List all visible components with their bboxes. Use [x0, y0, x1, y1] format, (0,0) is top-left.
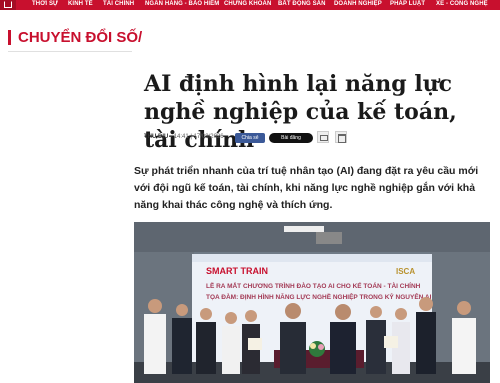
article-datetime: - 14:41 | 17/08/2026 [170, 134, 224, 140]
article-sapo: Sự phát triển nhanh của trí tuệ nhân tạo… [134, 165, 479, 211]
facebook-share-label: Chia sẻ [241, 135, 259, 141]
nav-item-bat-dong-san[interactable]: BẤT ĐỘNG SẢN [278, 1, 326, 7]
nav-item-tai-chinh[interactable]: TÀI CHÍNH [103, 1, 134, 7]
article-author[interactable]: THU DỊU [144, 134, 168, 140]
article-meta: THU DỊU - 14:41 | 17/08/2026 [144, 134, 224, 144]
print-icon[interactable] [335, 131, 347, 143]
nav-item-doanh-nghiep[interactable]: DOANH NGHIỆP [334, 1, 382, 7]
nav-item-xe-cong-nghe[interactable]: XE - CÔNG NGHỆ [436, 1, 488, 7]
x-share-button[interactable]: Bài đăng [269, 133, 313, 143]
nav-list: THỜI SỰ KINH TẾ TÀI CHÍNH NGÂN HÀNG - BẢ… [0, 0, 500, 10]
nav-item-phap-luat[interactable]: PHÁP LUẬT [390, 1, 425, 7]
section-accent-bar [8, 30, 11, 45]
facebook-share-button[interactable]: Chia sẻ [235, 133, 265, 143]
mail-icon[interactable] [317, 131, 329, 143]
section-divider [8, 51, 132, 52]
isca-logo: ISCA [396, 267, 415, 276]
photo-illustration: SMART TRAIN ISCA LỄ RA MẮT CHƯƠNG TRÌNH … [134, 222, 490, 383]
smart-train-logo: SMART TRAIN [206, 266, 268, 276]
section-title[interactable]: CHUYỂN ĐỔI SỐ/ [18, 29, 142, 46]
nav-item-kinh-te[interactable]: KINH TẾ [68, 1, 93, 7]
top-nav: THỜI SỰ KINH TẾ TÀI CHÍNH NGÂN HÀNG - BẢ… [0, 0, 500, 10]
article-photo: SMART TRAIN ISCA LỄ RA MẮT CHƯƠNG TRÌNH … [134, 222, 490, 383]
nav-item-thoi-su[interactable]: THỜI SỰ [32, 1, 58, 7]
nav-item-chung-khoan[interactable]: CHỨNG KHOÁN [224, 1, 271, 7]
x-share-label: Bài đăng [281, 135, 301, 141]
nav-item-ngan-hang[interactable]: NGÂN HÀNG - BẢO HIỂM [145, 1, 219, 7]
section-heading: CHUYỂN ĐỔI SỐ/ [8, 29, 500, 47]
